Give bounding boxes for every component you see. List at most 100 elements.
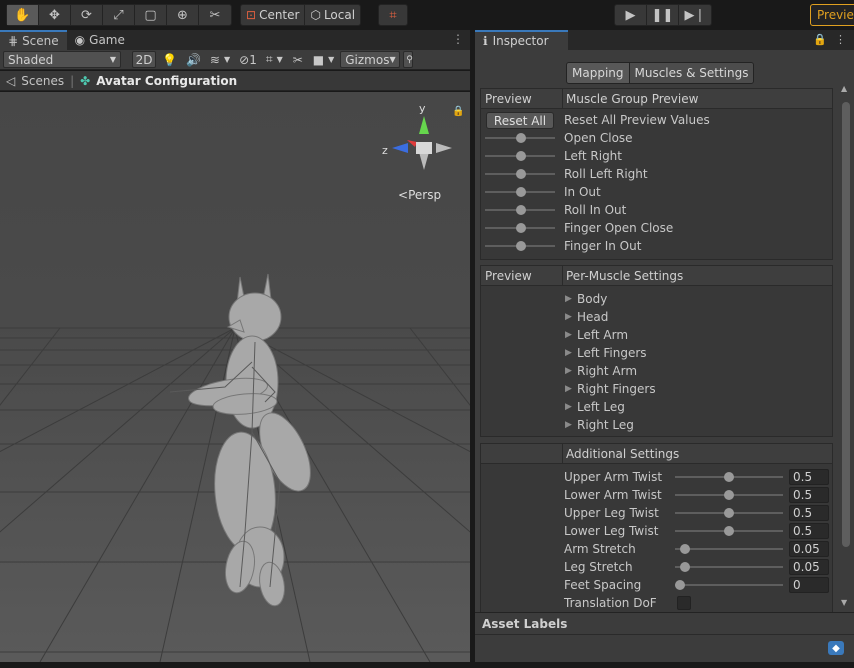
visibility-toggle[interactable]: ⊘ 1 xyxy=(236,51,260,68)
grid-icon: ⌗ xyxy=(265,52,273,66)
asset-labels-header[interactable]: Asset Labels xyxy=(475,612,854,634)
preview-slider[interactable] xyxy=(485,169,555,179)
lock-icon[interactable]: 🔒 xyxy=(452,106,464,117)
setting-slider[interactable] xyxy=(675,472,783,482)
mode-2d-toggle[interactable]: 2D xyxy=(132,51,156,68)
setting-value-field[interactable]: 0.05 xyxy=(789,559,829,575)
kebab-menu-icon[interactable]: ⋮ xyxy=(452,32,464,46)
move-tool-button[interactable]: ✥ xyxy=(39,5,71,25)
slider-knob[interactable] xyxy=(516,241,526,251)
tab-mapping[interactable]: Mapping xyxy=(567,63,630,83)
slider-knob[interactable] xyxy=(724,472,734,482)
grid-snap-button[interactable]: ⌗ xyxy=(379,5,407,25)
slider-knob[interactable] xyxy=(675,580,685,590)
scene-viewport[interactable]: y z 🔒 <Persp xyxy=(0,92,470,662)
tab-game[interactable]: ◉ Game xyxy=(67,30,133,50)
foldout-left-arm[interactable]: ▶ Left Arm xyxy=(481,326,832,344)
slider-knob[interactable] xyxy=(516,133,526,143)
reset-all-button[interactable]: Reset All xyxy=(486,112,554,129)
tools-toggle[interactable]: ✂ xyxy=(289,51,307,68)
foldout-left-fingers[interactable]: ▶ Left Fingers xyxy=(481,344,832,362)
avatar-icon: ✤ xyxy=(80,73,91,88)
tab-scene[interactable]: ⋕ Scene xyxy=(0,30,67,50)
list-item: Finger In Out xyxy=(481,237,832,255)
setting-value-field[interactable]: 0.5 xyxy=(789,487,829,503)
tab-inspector[interactable]: ℹ Inspector xyxy=(475,30,568,50)
tools-icon: ✂ xyxy=(292,52,303,67)
slider-knob[interactable] xyxy=(724,526,734,536)
setting-slider[interactable] xyxy=(675,508,783,518)
step-button[interactable]: ▶❘ xyxy=(679,5,711,25)
translation-dof-checkbox[interactable] xyxy=(677,596,691,610)
shading-dropdown[interactable]: Shaded ▼ xyxy=(3,51,121,68)
camera-toggle[interactable]: ■ ▼ xyxy=(310,51,338,68)
audio-toggle[interactable]: 🔊 xyxy=(183,51,204,68)
space-toggle[interactable]: ⬡ Local xyxy=(305,5,360,25)
tab-muscles-settings[interactable]: Muscles & Settings xyxy=(629,63,754,83)
foldout-right-arm[interactable]: ▶ Right Arm xyxy=(481,362,832,380)
rotate-tool-button[interactable]: ⟳ xyxy=(71,5,103,25)
slider-knob[interactable] xyxy=(680,562,690,572)
orientation-gizmo[interactable]: y z xyxy=(382,102,462,182)
scroll-up-icon[interactable]: ▲ xyxy=(841,84,847,93)
pause-button[interactable]: ❚❚ xyxy=(647,5,679,25)
preview-slider[interactable] xyxy=(485,151,555,161)
foldout-head[interactable]: ▶ Head xyxy=(481,308,832,326)
lighting-toggle[interactable]: 💡 xyxy=(159,51,180,68)
foldout-right-fingers[interactable]: ▶ Right Fingers xyxy=(481,380,832,398)
rect-tool-button[interactable]: ▢ xyxy=(135,5,167,25)
scrollbar-thumb[interactable] xyxy=(842,102,850,547)
back-icon[interactable]: ◁ xyxy=(6,74,15,88)
tab-game-label: Game xyxy=(89,33,125,47)
hand-tool-button[interactable]: ✋ xyxy=(7,5,39,25)
setting-value-field[interactable]: 0.05 xyxy=(789,541,829,557)
inspector-scrollbar[interactable]: ▲ ▼ xyxy=(838,50,854,612)
gizmos-dropdown[interactable]: Gizmos ▼ xyxy=(340,51,401,68)
breadcrumb-root[interactable]: Scenes xyxy=(21,74,64,88)
transform-tool-button[interactable]: ⊕ xyxy=(167,5,199,25)
slider-knob[interactable] xyxy=(516,205,526,215)
slider-knob[interactable] xyxy=(724,490,734,500)
effects-toggle[interactable]: ≋ ▼ xyxy=(207,51,233,68)
preview-slider[interactable] xyxy=(485,133,555,143)
info-icon: ℹ xyxy=(483,34,488,48)
preview-slider[interactable] xyxy=(485,223,555,233)
play-button[interactable]: ▶ xyxy=(615,5,647,25)
slider-knob[interactable] xyxy=(724,508,734,518)
triangle-right-icon: ▶ xyxy=(565,312,572,322)
setting-value-field[interactable]: 0.5 xyxy=(789,505,829,521)
projection-toggle[interactable]: <Persp xyxy=(398,188,441,202)
foldout-body[interactable]: ▶ Body xyxy=(481,290,832,308)
preview-badge[interactable]: Previe xyxy=(810,4,854,26)
slider-knob[interactable] xyxy=(516,169,526,179)
foldout-left-leg[interactable]: ▶ Left Leg xyxy=(481,398,832,416)
slider-knob[interactable] xyxy=(516,187,526,197)
tag-icon[interactable]: ◆ xyxy=(828,641,844,655)
setting-slider[interactable] xyxy=(675,562,783,572)
scroll-down-icon[interactable]: ▼ xyxy=(841,598,847,607)
setting-value-field[interactable]: 0.5 xyxy=(789,469,829,485)
slider-knob[interactable] xyxy=(680,544,690,554)
slider-knob[interactable] xyxy=(516,223,526,233)
setting-row: Lower Arm Twist 0.5 xyxy=(481,486,832,504)
setting-value-field[interactable]: 0.5 xyxy=(789,523,829,539)
search-field[interactable]: ⚲ xyxy=(403,51,414,68)
preview-slider[interactable] xyxy=(485,241,555,251)
foldout-right-leg[interactable]: ▶ Right Leg xyxy=(481,416,832,434)
pivot-toggle[interactable]: ⊡ Center xyxy=(241,5,306,25)
setting-slider[interactable] xyxy=(675,580,783,590)
setting-slider[interactable] xyxy=(675,544,783,554)
scale-tool-button[interactable]: ⤢ xyxy=(103,5,135,25)
setting-slider[interactable] xyxy=(675,490,783,500)
preview-slider[interactable] xyxy=(485,205,555,215)
list-item: Finger Open Close xyxy=(481,219,832,237)
setting-slider[interactable] xyxy=(675,526,783,536)
custom-tool-button[interactable]: ✂ xyxy=(199,5,231,25)
kebab-menu-icon[interactable]: ⋮ xyxy=(835,33,846,46)
setting-value-field[interactable]: 0 xyxy=(789,577,829,593)
preview-slider[interactable] xyxy=(485,187,555,197)
lock-icon[interactable]: 🔒 xyxy=(813,33,827,46)
slider-knob[interactable] xyxy=(516,151,526,161)
tab-scene-label: Scene xyxy=(22,34,59,48)
grid-toggle[interactable]: ⌗ ▼ xyxy=(263,51,286,68)
